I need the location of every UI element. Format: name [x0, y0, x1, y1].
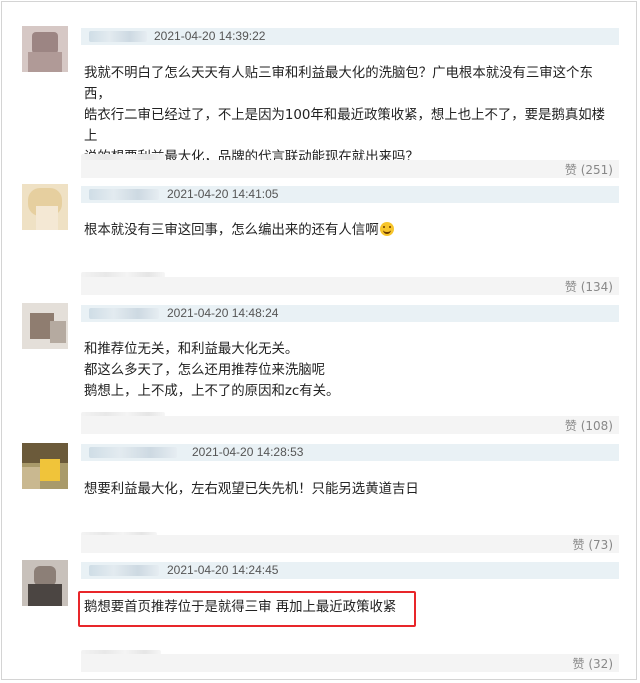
avatar[interactable]: [22, 443, 68, 489]
username-blurred[interactable]: [89, 308, 159, 319]
comment-timestamp: 2021-04-20 14:41:05: [167, 187, 279, 201]
like-row: 赞 (32): [81, 654, 619, 672]
comment-timestamp: 2021-04-20 14:39:22: [154, 29, 266, 43]
name-bar: [81, 305, 619, 322]
like-button[interactable]: 赞 (108): [565, 417, 613, 434]
like-button[interactable]: 赞 (32): [573, 655, 613, 672]
avatar[interactable]: [22, 303, 68, 349]
comment-text: 和推荐位无关，和利益最大化无关。 都这么多天了，怎么还用推荐位来洗脑呢 鹅想上，…: [84, 339, 612, 402]
avatar[interactable]: [22, 184, 68, 230]
like-button[interactable]: 赞 (73): [573, 536, 613, 553]
name-bar: [81, 186, 619, 203]
comment-timestamp: 2021-04-20 14:48:24: [167, 306, 279, 320]
like-row: 赞 (108): [81, 416, 619, 434]
avatar[interactable]: [22, 560, 68, 606]
comment-text: 想要利益最大化，左右观望已失先机！只能另选黄道吉日: [84, 479, 612, 500]
comment-text: 我就不明白了怎么天天有人贴三审和利益最大化的洗脑包？广电根本就没有三审这个东西，…: [84, 63, 612, 168]
comment-line: 皓衣行二审已经过了，不上是因为100年和最近政策收紧，想上也上不了，要是鹅真如楼…: [84, 108, 606, 144]
name-bar: [81, 562, 619, 579]
comment-line: 想要利益最大化，左右观望已失先机！只能另选黄道吉日: [84, 482, 419, 497]
comment-line: 和推荐位无关，和利益最大化无关。: [84, 342, 299, 357]
comment-line-text: 根本就没有三审这回事，怎么编出来的还有人信啊: [84, 223, 379, 238]
comment-timestamp: 2021-04-20 14:28:53: [192, 445, 304, 459]
name-bar: [81, 444, 619, 461]
username-blurred[interactable]: [89, 447, 177, 458]
username-blurred[interactable]: [89, 565, 159, 576]
comment-list-panel: 2021-04-20 14:39:22 我就不明白了怎么天天有人贴三审和利益最大…: [1, 1, 637, 680]
like-button[interactable]: 赞 (251): [565, 161, 613, 178]
laughing-tears-emoji-icon: [379, 222, 394, 236]
avatar[interactable]: [22, 26, 68, 72]
like-row: 赞 (251): [81, 160, 619, 178]
comment-line: 鹅想上，上不成，上不了的原因和zc有关。: [84, 384, 340, 399]
comment-line: 都这么多天了，怎么还用推荐位来洗脑呢: [84, 363, 326, 378]
comment-line: 我就不明白了怎么天天有人贴三审和利益最大化的洗脑包？广电根本就没有三审这个东西，: [84, 66, 593, 102]
highlight-box: [78, 591, 416, 627]
like-row: 赞 (73): [81, 535, 619, 553]
like-button[interactable]: 赞 (134): [565, 278, 613, 295]
username-blurred[interactable]: [89, 31, 147, 42]
comment-text: 根本就没有三审这回事，怎么编出来的还有人信啊: [84, 220, 612, 241]
comment-line: 根本就没有三审这回事，怎么编出来的还有人信啊: [84, 220, 612, 241]
username-blurred[interactable]: [89, 189, 159, 200]
comment-timestamp: 2021-04-20 14:24:45: [167, 563, 279, 577]
like-row: 赞 (134): [81, 277, 619, 295]
